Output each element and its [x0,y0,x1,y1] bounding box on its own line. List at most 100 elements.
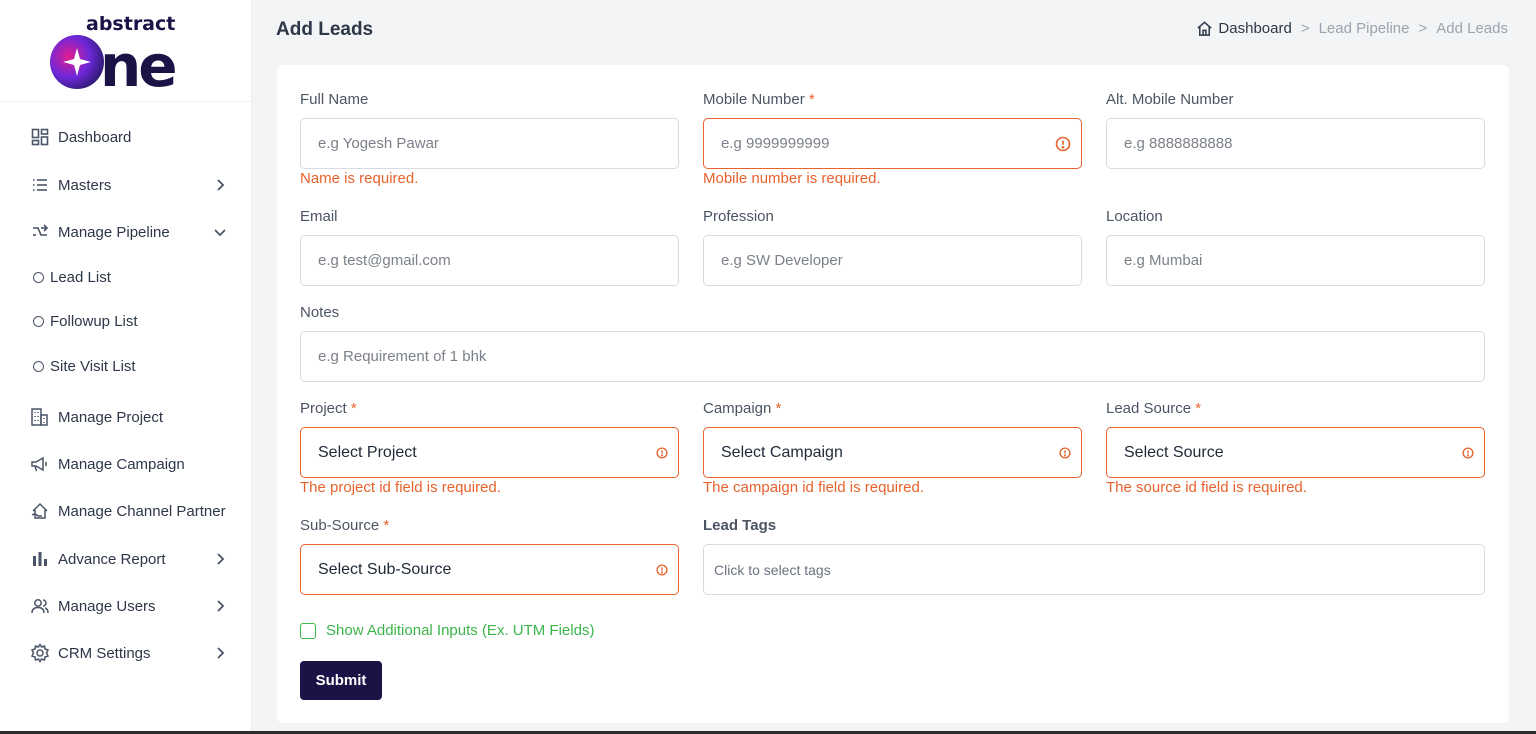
sidebar-item-crm-settings[interactable]: CRM Settings [30,641,235,665]
alt-mobile-placeholder: e.g 8888888888 [1124,135,1233,152]
page-title: Add Leads [276,19,374,40]
users-icon [30,596,50,616]
full-name-input[interactable]: e.g Yogesh Pawar [300,118,679,169]
submit-button[interactable]: Submit [300,661,382,700]
mobile-number-label: Mobile Number * [703,91,815,108]
lead-source-label-text: Lead Source [1106,400,1192,417]
notes-input[interactable]: e.g Requirement of 1 bhk [300,331,1485,382]
profession-label-text: Profession [703,208,774,225]
required-asterisk: * [775,400,782,417]
sidebar-item-manage-campaign[interactable]: Manage Campaign [30,452,235,476]
sidebar-item-manage-project[interactable]: Manage Project [30,405,235,429]
project-label-text: Project [300,400,347,417]
project-error: The project id field is required. [300,479,501,496]
alt-mobile-input[interactable]: e.g 8888888888 [1106,118,1485,169]
email-placeholder: e.g test@gmail.com [318,252,451,269]
sidebar-item-masters[interactable]: Masters [30,173,235,197]
lead-source-select-value: Select Source [1124,443,1224,461]
logo-divider [0,101,252,102]
circle-bullet-icon [33,271,44,283]
list-icon [30,175,50,195]
full-name-placeholder: e.g Yogesh Pawar [318,135,439,152]
breadcrumb-separator: > [1300,20,1310,37]
project-select[interactable]: Select Project [300,427,679,478]
required-asterisk: * [350,400,357,417]
sidebar-subitem-site-visit-list[interactable]: Site Visit List [33,355,136,377]
sub-source-label-text: Sub-Source [300,517,380,534]
sidebar-subitem-label: Site Visit List [50,357,136,375]
breadcrumb-home[interactable]: Dashboard [1196,20,1292,37]
project-label: Project * [300,400,357,417]
chevron-right-icon [217,179,225,191]
required-asterisk: * [808,91,815,108]
chevron-down-icon [214,229,226,237]
breadcrumb-home-label: Dashboard [1218,20,1292,37]
circle-bullet-icon [33,315,44,327]
mobile-number-error: Mobile number is required. [703,170,881,187]
megaphone-icon [30,454,50,474]
profession-placeholder: e.g SW Developer [721,252,843,269]
sidebar-item-label: Dashboard [58,128,132,146]
warning-icon [656,563,668,576]
sidebar-item-dashboard[interactable]: Dashboard [30,125,235,149]
profession-input[interactable]: e.g SW Developer [703,235,1082,286]
sidebar-subitem-label: Lead List [50,268,111,286]
svg-text:ne: ne [100,32,175,90]
additional-inputs-label: Show Additional Inputs (Ex. UTM Fields) [326,622,595,639]
breadcrumb-lead-pipeline[interactable]: Lead Pipeline [1319,20,1410,37]
bar-chart-icon [30,549,50,569]
full-name-label: Full Name [300,91,368,108]
sidebar-subitem-lead-list[interactable]: Lead List [33,266,111,288]
chevron-right-icon [217,600,225,612]
project-select-value: Select Project [318,443,417,461]
sidebar-item-advance-report[interactable]: Advance Report [30,547,235,571]
campaign-label-text: Campaign [703,400,772,417]
sidebar-subitem-label: Followup List [50,312,138,330]
warning-icon [1462,446,1474,459]
mobile-number-placeholder: e.g 9999999999 [721,135,830,152]
warning-icon [656,446,668,459]
full-name-error: Name is required. [300,170,419,187]
notes-placeholder: e.g Requirement of 1 bhk [318,348,487,365]
campaign-select[interactable]: Select Campaign [703,427,1082,478]
sub-source-select[interactable]: Select Sub-Source [300,544,679,595]
alt-mobile-label-text: Alt. Mobile Number [1106,91,1234,108]
alt-mobile-label: Alt. Mobile Number [1106,91,1234,108]
email-label: Email [300,208,338,225]
sidebar-item-label: Manage Users [58,597,156,615]
notes-label: Notes [300,304,339,321]
lead-source-select[interactable]: Select Source [1106,427,1485,478]
circle-bullet-icon [33,360,44,372]
campaign-label: Campaign * [703,400,781,417]
sidebar-item-label: CRM Settings [58,644,151,662]
location-label-text: Location [1106,208,1163,225]
sidebar-item-manage-pipeline[interactable]: Manage Pipeline [30,220,235,244]
required-asterisk: * [383,517,390,534]
lead-tags-select[interactable]: Click to select tags [703,544,1485,595]
lead-source-error: The source id field is required. [1106,479,1307,496]
sidebar-item-label: Manage Pipeline [58,223,170,241]
profession-label: Profession [703,208,774,225]
home-icon [1197,21,1213,36]
sidebar-item-manage-users[interactable]: Manage Users [30,594,235,618]
warning-icon [1059,446,1071,459]
sidebar: abstract ne Dashboard Masters Manage Pip… [0,0,252,734]
show-additional-inputs-toggle[interactable]: Show Additional Inputs (Ex. UTM Fields) [300,622,594,639]
location-input[interactable]: e.g Mumbai [1106,235,1485,286]
warning-icon [1055,136,1071,151]
location-placeholder: e.g Mumbai [1124,252,1203,269]
mobile-number-input[interactable]: e.g 9999999999 [703,118,1082,169]
sidebar-item-label: Manage Project [58,408,164,426]
breadcrumb-separator: > [1418,20,1428,37]
breadcrumb-current: Add Leads [1436,20,1508,37]
sidebar-item-label: Masters [58,176,112,194]
sub-source-select-value: Select Sub-Source [318,560,452,578]
sidebar-item-manage-channel-partner[interactable]: Manage Channel Partner [30,499,235,523]
campaign-select-value: Select Campaign [721,443,843,461]
additional-inputs-checkbox[interactable] [300,622,316,639]
sidebar-subitem-followup-list[interactable]: Followup List [33,310,138,332]
abstract-one-logo[interactable]: abstract ne [50,12,205,90]
building-icon [30,407,50,427]
email-input[interactable]: e.g test@gmail.com [300,235,679,286]
notes-label-text: Notes [300,304,340,321]
